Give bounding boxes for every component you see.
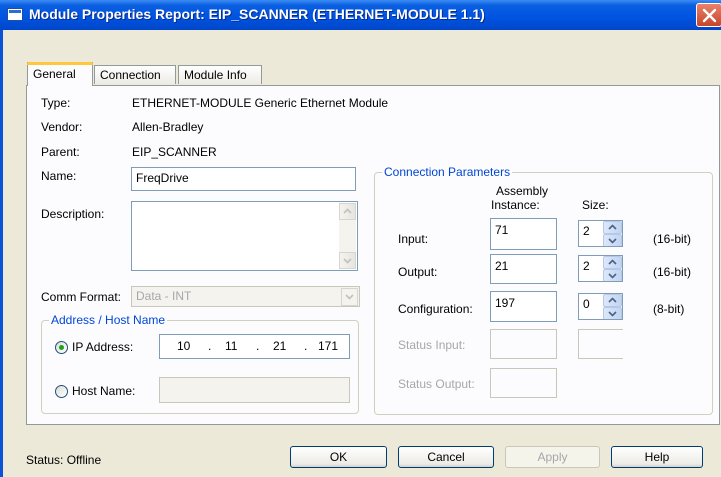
output-size-field[interactable]: 2 — [578, 255, 623, 282]
input-label: Input: — [398, 232, 429, 246]
ip-dot-1: . — [208, 339, 212, 353]
scroll-down-button[interactable] — [339, 252, 356, 269]
spin-up-button[interactable] — [603, 294, 622, 307]
configuration-size-field[interactable]: 0 — [578, 293, 623, 320]
output-label: Output: — [398, 265, 438, 279]
ip-octet-3: 21 — [273, 339, 287, 353]
address-group-legend: Address / Host Name — [49, 313, 168, 327]
module-properties-dialog: Module Properties Report: EIP_SCANNER (E… — [0, 0, 721, 477]
configuration-size-spinner[interactable] — [603, 294, 622, 319]
chevron-up-icon — [608, 297, 617, 303]
description-scrollbar[interactable] — [339, 203, 356, 269]
input-size-value: 2 — [583, 224, 590, 238]
output-size-spinner[interactable] — [603, 256, 622, 281]
configuration-size-value: 0 — [583, 297, 590, 311]
ip-octet-2: 11 — [225, 339, 238, 353]
comm-format-dropdown-button[interactable] — [341, 288, 358, 306]
spin-up-button[interactable] — [603, 256, 622, 269]
ip-dot-2: . — [256, 339, 260, 353]
vendor-label: Vendor: — [41, 120, 83, 134]
status-input-size-field[interactable] — [578, 329, 623, 359]
chevron-down-icon — [608, 273, 617, 279]
output-size-value: 2 — [583, 259, 590, 273]
assembly-header-line2: Instance: — [491, 198, 540, 212]
parent-value: EIP_SCANNER — [132, 145, 217, 159]
configuration-instance-field[interactable]: 197 — [490, 291, 557, 322]
ip-octet-4: 171 — [318, 339, 339, 353]
spin-down-button[interactable] — [603, 307, 622, 319]
description-label: Description: — [41, 207, 105, 221]
chevron-up-icon — [608, 224, 617, 230]
window-icon — [7, 8, 23, 21]
comm-format-value: Data - INT — [136, 289, 192, 303]
configuration-label: Configuration: — [398, 302, 473, 316]
status-output-instance-field[interactable] — [490, 368, 557, 398]
host-name-field[interactable] — [159, 377, 350, 403]
chevron-down-icon — [343, 258, 352, 264]
apply-button[interactable]: Apply — [505, 446, 600, 468]
tab-connection[interactable]: Connection — [94, 65, 176, 84]
name-label: Name: — [41, 169, 77, 183]
status-input-label: Status Input: — [398, 338, 466, 352]
close-button[interactable] — [696, 3, 721, 27]
chevron-down-icon — [345, 294, 354, 300]
description-field[interactable] — [131, 201, 358, 271]
connection-parameters-legend: Connection Parameters — [382, 165, 513, 179]
spin-up-button[interactable] — [603, 221, 622, 234]
host-name-radio[interactable] — [55, 385, 68, 398]
title-bar[interactable]: Module Properties Report: EIP_SCANNER (E… — [0, 0, 721, 30]
vendor-value: Allen-Bradley — [132, 120, 204, 134]
chevron-up-icon — [343, 208, 352, 214]
ip-address-radio[interactable] — [55, 341, 68, 354]
tab-module-info[interactable]: Module Info — [178, 65, 262, 84]
comm-format-select[interactable]: Data - INT — [131, 286, 360, 307]
input-size-spinner[interactable] — [603, 221, 622, 246]
tab-general[interactable]: General — [27, 62, 93, 86]
size-header: Size: — [582, 198, 609, 212]
cancel-button[interactable]: Cancel — [398, 446, 494, 468]
output-instance-field[interactable]: 21 — [490, 254, 557, 284]
status-input-instance-field[interactable] — [490, 329, 557, 359]
parent-label: Parent: — [41, 145, 80, 159]
type-label: Type: — [41, 96, 71, 110]
help-button[interactable]: Help — [611, 446, 703, 468]
scroll-up-button[interactable] — [339, 203, 356, 220]
input-instance-field[interactable]: 71 — [490, 218, 557, 250]
input-unit: (16-bit) — [653, 232, 692, 246]
type-value: ETHERNET-MODULE Generic Ethernet Module — [132, 96, 389, 110]
close-icon — [702, 8, 717, 23]
input-size-field[interactable]: 2 — [578, 220, 623, 247]
window-frame-left — [0, 30, 3, 477]
ip-address-field[interactable]: 10 . 11 . 21 . 171 — [159, 334, 350, 359]
spin-down-button[interactable] — [603, 234, 622, 246]
assembly-header-line1: Assembly — [496, 184, 549, 198]
status-text: Status: Offline — [26, 453, 102, 467]
chevron-down-icon — [608, 238, 617, 244]
status-output-label: Status Output: — [398, 377, 475, 391]
ip-dot-3: . — [304, 339, 308, 353]
comm-format-label: Comm Format: — [41, 290, 122, 304]
name-field[interactable]: FreqDrive — [131, 167, 356, 191]
ip-address-label: IP Address: — [72, 340, 134, 354]
ok-button[interactable]: OK — [290, 446, 387, 468]
configuration-unit: (8-bit) — [653, 302, 685, 316]
output-unit: (16-bit) — [653, 265, 692, 279]
host-name-label: Host Name: — [72, 384, 136, 398]
chevron-up-icon — [608, 259, 617, 265]
spin-down-button[interactable] — [603, 269, 622, 281]
chevron-down-icon — [608, 311, 617, 317]
ip-octet-1: 10 — [177, 339, 191, 353]
window-title: Module Properties Report: EIP_SCANNER (E… — [29, 6, 485, 22]
